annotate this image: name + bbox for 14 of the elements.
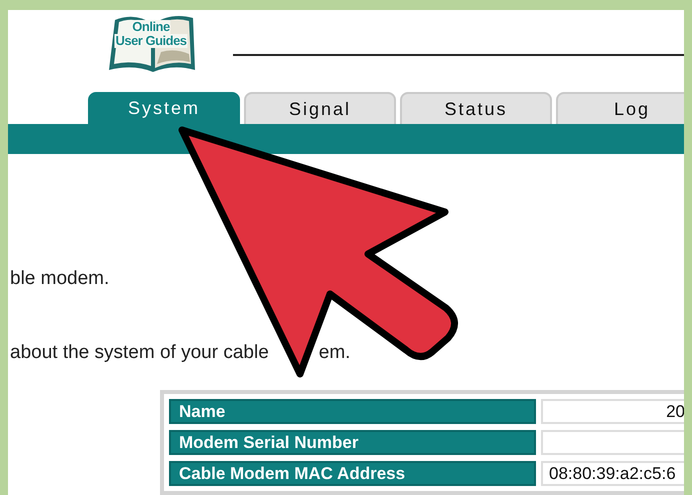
logo-text: User Guides (114, 34, 188, 48)
table-cell: 08:80:39:a2:c5:6 (541, 461, 684, 486)
table-cell: 20 (541, 399, 684, 424)
body-text: ble modem. (10, 268, 110, 290)
row-label: Modem Serial Number (169, 430, 536, 455)
tab[interactable]: System (88, 92, 240, 124)
row-label: Cable Modem MAC Address (169, 461, 536, 486)
body-text: em. (318, 342, 350, 364)
tab[interactable]: Status (400, 92, 552, 124)
tab[interactable]: Log (556, 92, 684, 124)
logo-text: Online (131, 20, 171, 34)
row-label: Name (169, 399, 536, 424)
tab[interactable]: Signal (244, 92, 396, 124)
body-text: about the system of your cable (10, 342, 269, 364)
